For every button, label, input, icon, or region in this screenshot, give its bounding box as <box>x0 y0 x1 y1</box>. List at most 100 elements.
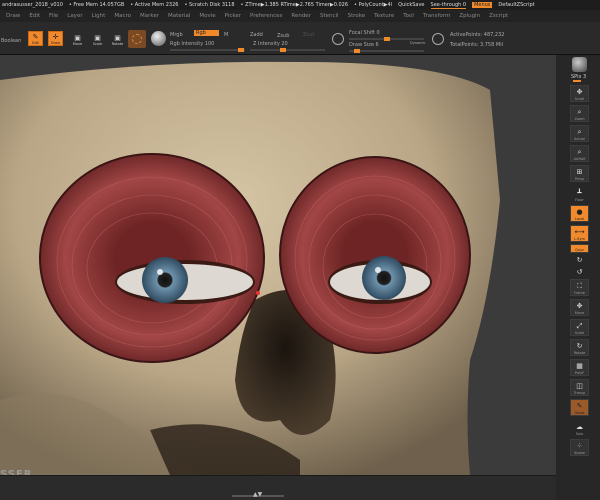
menu-zplugin[interactable]: Zplugin <box>459 13 480 19</box>
rgb-intensity-label: Rgb Intensity 100 <box>170 41 215 47</box>
move-icon: ✥ <box>576 302 583 310</box>
scroll-button[interactable]: ✥ Scroll <box>570 85 589 102</box>
menus-button[interactable]: Menus <box>472 2 493 8</box>
points-icon <box>432 33 444 45</box>
polyframe-icon: ▦ <box>576 362 583 370</box>
draw-label: Draw <box>50 41 61 45</box>
perspective-icon: ⊞ <box>576 168 583 176</box>
canvas-viewport[interactable] <box>0 55 556 475</box>
spix-sphere-icon[interactable] <box>572 57 587 72</box>
menu-material[interactable]: Material <box>168 13 190 19</box>
zoom-button[interactable]: ⌕ Zoom <box>570 105 589 122</box>
aahalf-button[interactable]: ⌕ AAHalf <box>570 145 589 162</box>
zcut-button[interactable]: Zcut <box>303 32 314 38</box>
menu-stencil[interactable]: Stencil <box>320 13 339 19</box>
zadd-button[interactable]: Zadd <box>250 32 263 38</box>
solo-button[interactable]: ☁ Solo <box>570 419 589 436</box>
boolean-button[interactable]: Boolean <box>1 38 21 44</box>
focal-shift-slider[interactable] <box>349 37 424 41</box>
rotate-z-icon: ↺ <box>576 268 583 276</box>
rotate-y-button[interactable]: ↻ <box>570 255 589 265</box>
transparency-icon: ◫ <box>576 382 583 390</box>
mrgb-button[interactable]: Mrgb <box>170 32 183 38</box>
menu-file[interactable]: File <box>49 13 58 19</box>
zsub-button[interactable]: Zsub <box>277 33 289 39</box>
scale-view-button[interactable]: ⤢ Scale <box>570 319 589 336</box>
m-button[interactable]: M <box>224 32 228 38</box>
move-button[interactable]: ▣ Move <box>70 31 85 46</box>
menu-picker[interactable]: Picker <box>225 13 241 19</box>
menu-edit[interactable]: Edit <box>29 13 40 19</box>
skull-model <box>0 61 500 475</box>
menu-draw[interactable]: Draw <box>6 13 20 19</box>
menu-marker[interactable]: Marker <box>140 13 159 19</box>
actual-icon: ⌕ <box>577 128 582 136</box>
bottom-shelf: ▲▼ <box>0 475 556 500</box>
actual-button[interactable]: ⌕ Actual <box>570 125 589 142</box>
persp-button[interactable]: ⊞ Persp <box>570 165 589 182</box>
menu-bar: Draw Edit File Layer Light Macro Marker … <box>0 10 600 22</box>
rotate-button[interactable]: ▣ Rotate <box>110 31 125 46</box>
menu-texture[interactable]: Texture <box>374 13 394 19</box>
menu-stroke[interactable]: Stroke <box>348 13 366 19</box>
material-sphere-icon[interactable] <box>151 31 166 46</box>
rotate-icon: ▣ <box>114 34 121 42</box>
draw-button[interactable]: ✛ Draw <box>48 31 63 46</box>
polyf-button[interactable]: ▦ PolyF <box>570 359 589 376</box>
free-mem: • Free Mem 14.057GB <box>68 2 125 8</box>
floor-button[interactable]: ┻ Floor <box>570 185 589 202</box>
lsym-button[interactable]: ⟷ L.Sym <box>570 225 589 242</box>
zoom-label: Zoom <box>574 117 585 121</box>
edit-button[interactable]: ✎ Edit <box>28 31 43 46</box>
ghost-label: Ghost <box>574 411 585 415</box>
scale-view-label: Scale <box>574 331 585 335</box>
brush-button[interactable] <box>128 30 146 48</box>
scale-icon: ⤢ <box>576 322 583 330</box>
right-shelf: SPix 3 ✥ Scroll ⌕ Zoom ⌕ Actual ⌕ AAHalf ⊞ Pe… <box>560 55 600 500</box>
aahalf-icon: ⌕ <box>577 148 582 156</box>
menu-preferences[interactable]: Preferences <box>250 13 282 19</box>
menu-zscript[interactable]: Zscript <box>489 13 508 19</box>
toolbar: Boolean ✎ Edit ✛ Draw ▣ Move ▣ Scale ▣ Rotate… <box>0 22 600 55</box>
rgb-button[interactable]: Rgb <box>194 30 219 36</box>
draw-size-label: Draw Size 6 <box>349 42 379 48</box>
local-button[interactable]: ● Local <box>570 205 589 222</box>
spix-slider[interactable] <box>573 80 581 82</box>
frame-button[interactable]: ⛶ Frame <box>570 279 589 296</box>
scale-button[interactable]: ▣ Scale <box>90 31 105 46</box>
menu-layer[interactable]: Layer <box>67 13 82 19</box>
menu-macro[interactable]: Macro <box>114 13 131 19</box>
z-intensity-label: Z Intensity 20 <box>253 41 288 47</box>
focal-curve-icon[interactable] <box>332 33 344 45</box>
default-zscript-button[interactable]: DefaultZScript <box>498 2 534 8</box>
move-view-button[interactable]: ✥ Move <box>570 299 589 316</box>
xpose-button[interactable]: ⁘ Xpose <box>570 439 589 456</box>
ghost-icon: ✎ <box>576 402 583 410</box>
solo-label: Solo <box>575 432 584 436</box>
quicksave-button[interactable]: QuickSave <box>398 2 424 8</box>
rotate-view-button[interactable]: ↻ Rotate <box>570 339 589 356</box>
xyz-button[interactable]: Qxyz <box>570 244 589 253</box>
edit-icon: ✎ <box>32 33 39 41</box>
draw-size-slider[interactable] <box>349 49 424 53</box>
rotate-z-button[interactable]: ↺ <box>570 267 589 277</box>
z-intensity-slider[interactable] <box>250 48 325 52</box>
scratch-disk: • Scratch Disk 3118 <box>184 2 235 8</box>
dynamic-button[interactable]: Dynamic <box>410 41 425 45</box>
active-mem: • Active Mem 2326 <box>130 2 179 8</box>
see-through-slider[interactable]: See-through 0 <box>430 2 467 9</box>
ghost-button[interactable]: ✎ Ghost <box>570 399 589 416</box>
menu-render[interactable]: Render <box>291 13 311 19</box>
menu-movie[interactable]: Movie <box>199 13 215 19</box>
transp-button[interactable]: ◫ Transp <box>570 379 589 396</box>
timers: • ZTime▶1.385 RTime▶2.765 Timer▶0.026 <box>240 2 349 8</box>
menu-light[interactable]: Light <box>92 13 106 19</box>
menu-transform[interactable]: Transform <box>423 13 450 19</box>
polycount: • PolyCount▶4l <box>354 2 393 8</box>
menu-tool[interactable]: Tool <box>403 13 414 19</box>
rgb-intensity-slider[interactable] <box>170 48 245 52</box>
expand-arrow-icon[interactable]: ▲▼ <box>253 491 262 498</box>
rotate-view-label: Rotate <box>573 351 586 355</box>
transp-label: Transp <box>573 391 586 395</box>
lsym-label: L.Sym <box>574 237 585 241</box>
